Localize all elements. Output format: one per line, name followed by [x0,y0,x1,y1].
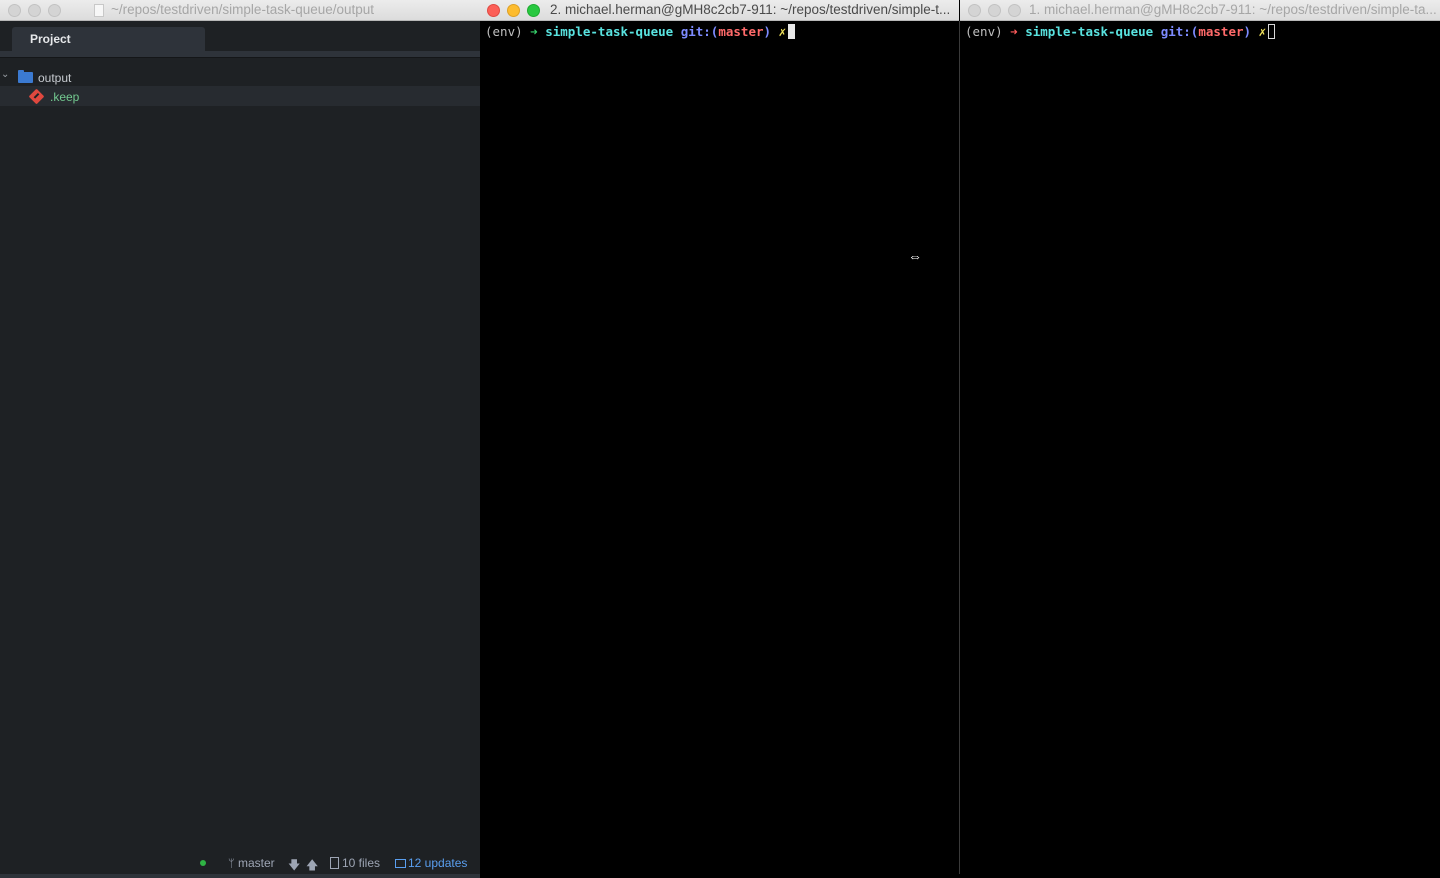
close-window-button[interactable] [8,4,21,17]
branch-icon: ᛘ [228,858,235,870]
zoom-window-button[interactable] [48,4,61,17]
minimize-window-button[interactable] [988,4,1001,17]
prompt-git: git:( [1160,24,1199,39]
terminal-prompt[interactable]: (env) ➜ simple-task-queue git:(master) ✗ [485,24,796,39]
editor-bottom-edge [0,874,480,878]
terminal-prompt[interactable]: (env) ➜ simple-task-queue git:(master) ✗ [965,24,1276,39]
editor-window-title: ~/repos/testdriven/simple-task-queue/out… [111,2,375,17]
close-window-button[interactable] [487,4,500,17]
file-icon [330,857,339,869]
prompt-arrow-icon: ➜ [530,24,538,39]
prompt-directory: simple-task-queue [1025,24,1154,39]
files-count: 10 files [342,856,381,870]
zoom-window-button[interactable] [1008,4,1021,17]
status-indicator-dot[interactable] [200,860,206,866]
status-bar: ᛘ master 🡇 🡅 10 files 12 updates [0,852,480,874]
tree-file-keep[interactable]: .keep [0,86,480,106]
close-window-button[interactable] [968,4,981,17]
prompt-git: git:( [680,24,719,39]
prompt-branch: master [1198,24,1244,39]
text-cursor [788,24,796,39]
document-icon [94,4,104,17]
tab-bar: Project [0,21,480,51]
chevron-down-icon[interactable]: ⌄ [1,69,9,80]
terminal-window-2[interactable]: 2. michael.herman@gMH8c2cb7-911: ~/repos… [480,0,959,878]
branch-status[interactable]: ᛘ master [228,856,275,870]
prompt-env: (env) [485,24,523,39]
git-file-icon [28,88,45,105]
file-label: .keep [50,90,80,104]
prompt-dirty-marker: ✗ [1258,24,1267,39]
folder-icon [18,70,33,83]
terminal-2-title: 2. michael.herman@gMH8c2cb7-911: ~/repos… [550,2,951,17]
files-status[interactable]: 10 files [330,856,380,870]
prompt-directory: simple-task-queue [545,24,674,39]
terminal-2-titlebar: 2. michael.herman@gMH8c2cb7-911: ~/repos… [480,0,959,21]
updates-count: 12 updates [408,856,468,870]
editor-titlebar: ~/repos/testdriven/simple-task-queue/out… [0,0,480,21]
project-tree: ⌄ output .keep [0,66,480,106]
prompt-env: (env) [965,24,1003,39]
terminal-1-titlebar: 1. michael.herman@gMH8c2cb7-911: ~/repos… [960,0,1440,21]
tab-bar-underline [0,51,480,58]
folder-label: output [38,71,72,85]
prompt-branch: master [718,24,764,39]
minimize-window-button[interactable] [28,4,41,17]
prompt-arrow-icon: ➜ [1010,24,1018,39]
updates-link[interactable]: 12 updates [395,856,467,870]
prompt-dirty-marker: ✗ [778,24,787,39]
prompt-git-close: ) [763,24,772,39]
tab-project[interactable]: Project [12,27,205,51]
tree-folder-output[interactable]: ⌄ output [0,66,480,86]
zoom-window-button[interactable] [527,4,540,17]
resize-cursor-icon: ⇔ [908,248,922,264]
text-cursor [1268,24,1276,39]
prompt-git-close: ) [1243,24,1252,39]
terminal-window-1[interactable]: 1. michael.herman@gMH8c2cb7-911: ~/repos… [960,0,1440,878]
minimize-window-button[interactable] [507,4,520,17]
terminal-1-title: 1. michael.herman@gMH8c2cb7-911: ~/repos… [1029,2,1437,17]
package-icon [395,859,406,868]
editor-window: ~/repos/testdriven/simple-task-queue/out… [0,0,480,878]
branch-label: master [237,856,275,870]
